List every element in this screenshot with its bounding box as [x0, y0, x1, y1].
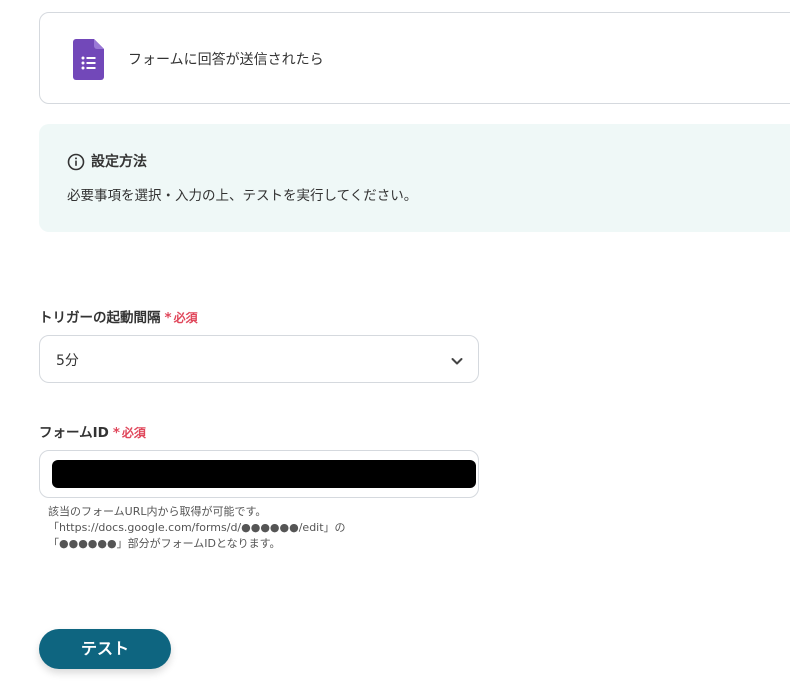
interval-select-value: 5分 — [56, 353, 79, 369]
info-icon — [67, 153, 85, 175]
help-line: 「●●●●●●」部分がフォームIDとなります。 — [48, 537, 281, 550]
chevron-down-icon — [450, 353, 464, 372]
test-button[interactable]: テスト — [39, 629, 171, 669]
required-text: 必須 — [121, 426, 146, 440]
interval-field-label: トリガーの起動間隔 * 必須 — [39, 306, 198, 326]
help-line: 該当のフォームURL内から取得が可能です。 — [48, 505, 267, 518]
trigger-label: フォームに回答が送信されたら — [128, 52, 324, 68]
form-id-label-text: フォームID — [39, 425, 109, 441]
redacted-value — [52, 460, 476, 488]
trigger-card[interactable]: フォームに回答が送信されたら — [39, 12, 790, 104]
required-star: * — [112, 425, 120, 441]
info-title: 設定方法 — [91, 154, 147, 170]
google-forms-icon — [73, 39, 104, 84]
interval-select[interactable]: 5分 — [39, 335, 479, 383]
interval-label-text: トリガーの起動間隔 — [39, 310, 161, 326]
required-star: * — [164, 310, 172, 326]
help-line: 「https://docs.google.com/forms/d/●●●●●●/… — [48, 521, 346, 534]
form-id-input[interactable] — [39, 450, 479, 498]
required-text: 必須 — [173, 311, 198, 325]
form-id-help-text: 該当のフォームURL内から取得が可能です。 「https://docs.goog… — [48, 504, 346, 552]
form-id-field-label: フォームID * 必須 — [39, 421, 146, 441]
setup-info-box: 設定方法 必要事項を選択・入力の上、テストを実行してください。 — [39, 124, 790, 232]
info-text: 必要事項を選択・入力の上、テストを実行してください。 — [67, 188, 418, 204]
